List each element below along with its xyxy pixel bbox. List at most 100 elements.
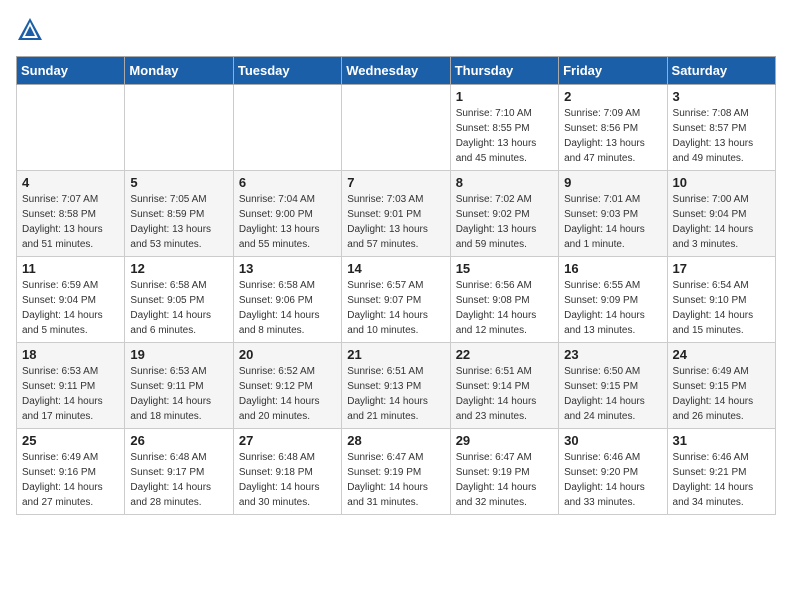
calendar-cell: 19 Sunrise: 6:53 AMSunset: 9:11 PMDayligh… [125,343,233,429]
day-info: Sunrise: 7:08 AMSunset: 8:57 PMDaylight:… [673,106,770,166]
calendar-cell [17,85,125,171]
calendar-cell: 15 Sunrise: 6:56 AMSunset: 9:08 PMDayligh… [450,257,558,343]
day-info: Sunrise: 6:57 AMSunset: 9:07 PMDaylight:… [347,278,444,338]
day-info: Sunrise: 6:49 AMSunset: 9:16 PMDaylight:… [22,450,119,510]
calendar-cell: 1 Sunrise: 7:10 AMSunset: 8:55 PMDaylight… [450,85,558,171]
calendar-cell: 8 Sunrise: 7:02 AMSunset: 9:02 PMDaylight… [450,171,558,257]
day-number: 1 [456,89,553,104]
day-number: 27 [239,433,336,448]
day-number: 11 [22,261,119,276]
day-number: 3 [673,89,770,104]
calendar-cell: 6Sunrise: 7:04 AMSunset: 9:00 PMDaylight… [233,171,341,257]
day-info: Sunrise: 7:09 AMSunset: 8:56 PMDaylight:… [564,106,661,166]
day-info: Sunrise: 6:55 AMSunset: 9:09 PMDaylight:… [564,278,661,338]
day-info: Sunrise: 6:56 AMSunset: 9:08 PMDaylight:… [456,278,553,338]
day-number: 22 [456,347,553,362]
day-info: Sunrise: 6:48 AMSunset: 9:17 PMDaylight:… [130,450,227,510]
calendar-cell: 11 Sunrise: 6:59 AMSunset: 9:04 PMDayligh… [17,257,125,343]
calendar-cell [342,85,450,171]
day-info: Sunrise: 6:46 AMSunset: 9:21 PMDaylight:… [673,450,770,510]
calendar-cell: 12 Sunrise: 6:58 AMSunset: 9:05 PMDayligh… [125,257,233,343]
day-info: Sunrise: 6:59 AMSunset: 9:04 PMDaylight:… [22,278,119,338]
day-info: Sunrise: 7:04 AMSunset: 9:00 PMDaylight:… [239,192,336,252]
calendar-cell: 30Sunrise: 6:46 AMSunset: 9:20 PMDayligh… [559,429,667,515]
day-number: 20 [239,347,336,362]
day-number: 14 [347,261,444,276]
calendar-cell: 29 Sunrise: 6:47 AMSunset: 9:19 PMDayligh… [450,429,558,515]
calendar-cell: 23Sunrise: 6:50 AMSunset: 9:15 PMDayligh… [559,343,667,429]
day-info: Sunrise: 7:00 AMSunset: 9:04 PMDaylight:… [673,192,770,252]
day-number: 10 [673,175,770,190]
day-info: Sunrise: 6:58 AMSunset: 9:06 PMDaylight:… [239,278,336,338]
calendar-cell: 21 Sunrise: 6:51 AMSunset: 9:13 PMDayligh… [342,343,450,429]
day-info: Sunrise: 6:47 AMSunset: 9:19 PMDaylight:… [456,450,553,510]
calendar-table: SundayMondayTuesdayWednesdayThursdayFrid… [16,56,776,515]
header-monday: Monday [125,57,233,85]
logo [16,16,48,44]
day-number: 8 [456,175,553,190]
header-sunday: Sunday [17,57,125,85]
calendar-cell: 22 Sunrise: 6:51 AMSunset: 9:14 PMDayligh… [450,343,558,429]
calendar-cell: 28 Sunrise: 6:47 AMSunset: 9:19 PMDayligh… [342,429,450,515]
day-info: Sunrise: 6:48 AMSunset: 9:18 PMDaylight:… [239,450,336,510]
calendar-cell: 10 Sunrise: 7:00 AMSunset: 9:04 PMDayligh… [667,171,775,257]
calendar-week-row: 4Sunrise: 7:07 AMSunset: 8:58 PMDaylight… [17,171,776,257]
calendar-cell: 3 Sunrise: 7:08 AMSunset: 8:57 PMDaylight… [667,85,775,171]
day-info: Sunrise: 7:10 AMSunset: 8:55 PMDaylight:… [456,106,553,166]
calendar-cell: 7 Sunrise: 7:03 AMSunset: 9:01 PMDaylight… [342,171,450,257]
day-info: Sunrise: 7:02 AMSunset: 9:02 PMDaylight:… [456,192,553,252]
day-info: Sunrise: 6:58 AMSunset: 9:05 PMDaylight:… [130,278,227,338]
day-info: Sunrise: 6:49 AMSunset: 9:15 PMDaylight:… [673,364,770,424]
day-info: Sunrise: 7:05 AMSunset: 8:59 PMDaylight:… [130,192,227,252]
header-friday: Friday [559,57,667,85]
day-number: 7 [347,175,444,190]
day-number: 19 [130,347,227,362]
calendar-cell: 13 Sunrise: 6:58 AMSunset: 9:06 PMDayligh… [233,257,341,343]
calendar-cell: 2 Sunrise: 7:09 AMSunset: 8:56 PMDaylight… [559,85,667,171]
calendar-cell: 4Sunrise: 7:07 AMSunset: 8:58 PMDaylight… [17,171,125,257]
day-info: Sunrise: 6:47 AMSunset: 9:19 PMDaylight:… [347,450,444,510]
calendar-cell: 5 Sunrise: 7:05 AMSunset: 8:59 PMDaylight… [125,171,233,257]
calendar-cell: 20 Sunrise: 6:52 AMSunset: 9:12 PMDayligh… [233,343,341,429]
day-info: Sunrise: 6:50 AMSunset: 9:15 PMDaylight:… [564,364,661,424]
calendar-cell: 14 Sunrise: 6:57 AMSunset: 9:07 PMDayligh… [342,257,450,343]
day-number: 31 [673,433,770,448]
day-info: Sunrise: 6:53 AMSunset: 9:11 PMDaylight:… [22,364,119,424]
calendar-cell: 9Sunrise: 7:01 AMSunset: 9:03 PMDaylight… [559,171,667,257]
calendar-cell: 25Sunrise: 6:49 AMSunset: 9:16 PMDayligh… [17,429,125,515]
calendar-week-row: 11 Sunrise: 6:59 AMSunset: 9:04 PMDayligh… [17,257,776,343]
day-info: Sunrise: 7:03 AMSunset: 9:01 PMDaylight:… [347,192,444,252]
header-thursday: Thursday [450,57,558,85]
day-number: 18 [22,347,119,362]
calendar-week-row: 25Sunrise: 6:49 AMSunset: 9:16 PMDayligh… [17,429,776,515]
day-number: 26 [130,433,227,448]
day-number: 29 [456,433,553,448]
day-info: Sunrise: 6:53 AMSunset: 9:11 PMDaylight:… [130,364,227,424]
calendar-week-row: 1 Sunrise: 7:10 AMSunset: 8:55 PMDaylight… [17,85,776,171]
calendar-cell [233,85,341,171]
calendar-cell: 31 Sunrise: 6:46 AMSunset: 9:21 PMDayligh… [667,429,775,515]
day-number: 9 [564,175,661,190]
day-number: 12 [130,261,227,276]
day-info: Sunrise: 6:54 AMSunset: 9:10 PMDaylight:… [673,278,770,338]
day-number: 15 [456,261,553,276]
calendar-cell: 17 Sunrise: 6:54 AMSunset: 9:10 PMDayligh… [667,257,775,343]
calendar-header-row: SundayMondayTuesdayWednesdayThursdayFrid… [17,57,776,85]
day-number: 21 [347,347,444,362]
day-info: Sunrise: 6:51 AMSunset: 9:13 PMDaylight:… [347,364,444,424]
day-number: 28 [347,433,444,448]
day-number: 13 [239,261,336,276]
day-info: Sunrise: 6:52 AMSunset: 9:12 PMDaylight:… [239,364,336,424]
calendar-cell: 16 Sunrise: 6:55 AMSunset: 9:09 PMDayligh… [559,257,667,343]
calendar-cell: 26 Sunrise: 6:48 AMSunset: 9:17 PMDayligh… [125,429,233,515]
day-number: 2 [564,89,661,104]
page-header [16,16,776,44]
calendar-cell: 18 Sunrise: 6:53 AMSunset: 9:11 PMDayligh… [17,343,125,429]
day-info: Sunrise: 6:51 AMSunset: 9:14 PMDaylight:… [456,364,553,424]
day-info: Sunrise: 7:07 AMSunset: 8:58 PMDaylight:… [22,192,119,252]
day-number: 24 [673,347,770,362]
day-number: 17 [673,261,770,276]
day-number: 16 [564,261,661,276]
day-number: 5 [130,175,227,190]
header-tuesday: Tuesday [233,57,341,85]
